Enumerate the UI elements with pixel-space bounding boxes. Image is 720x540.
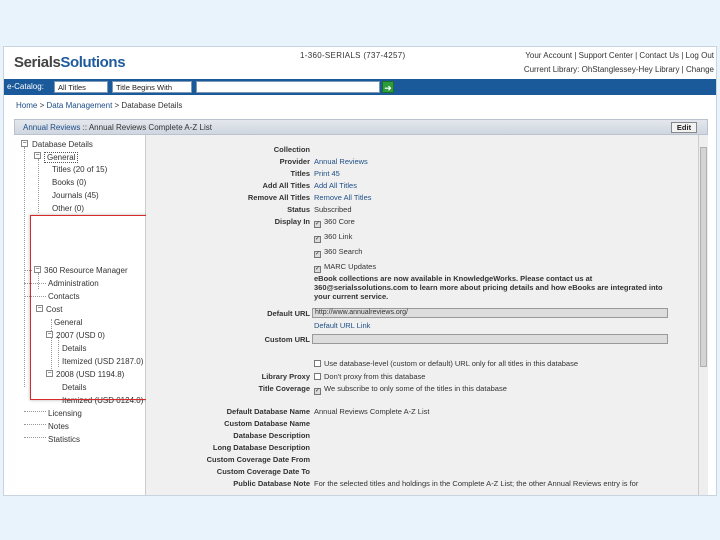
serials-solutions-logo[interactable]: SerialsSolutions <box>14 54 126 71</box>
custom-coverage-date-to-label: Custom Coverage Date To <box>216 467 310 476</box>
titles-label: Titles <box>290 169 310 178</box>
edit-button[interactable]: Edit <box>671 122 697 133</box>
collection-label: Collection <box>273 145 310 154</box>
titles-link[interactable]: Print 45 <box>314 169 340 178</box>
panel-title-database: Annual Reviews Complete A-Z List <box>88 123 212 132</box>
panel-title: Annual Reviews :: Annual Reviews Complet… <box>23 123 212 132</box>
database-panel-header: Annual Reviews :: Annual Reviews Complet… <box>14 119 708 135</box>
checkbox-checked-icon[interactable]: ✓ <box>314 221 321 228</box>
match-type-select[interactable]: Title Begins With <box>112 81 192 93</box>
subscriber-phone: 1-360-SERIALS (737-4257) <box>300 51 406 60</box>
display-opt-360-core[interactable]: ✓ 360 Core <box>314 217 355 228</box>
tree-item-database-details[interactable]: Database Details <box>32 140 93 149</box>
panel-title-separator: :: <box>80 123 89 132</box>
breadcrumb-current: Database Details <box>121 101 183 110</box>
checkbox-checked-icon[interactable]: ✓ <box>314 251 321 258</box>
display-opt-label: MARC Updates <box>324 262 377 271</box>
search-input[interactable] <box>196 81 380 93</box>
scrollbar-thumb[interactable] <box>700 147 707 367</box>
panel-title-provider-link[interactable]: Annual Reviews <box>23 123 80 132</box>
ebook-notice-line-3: your current service. <box>314 292 389 301</box>
catalog-label: e-Catalog: <box>7 82 44 91</box>
breadcrumb: Home > Data Management > Database Detail… <box>16 101 182 110</box>
tree-connector <box>24 411 46 412</box>
database-details-form: Collection Provider Annual Reviews Title… <box>146 135 698 495</box>
ebook-notice-line-1: eBook collections are now available in K… <box>314 274 593 283</box>
tree-connector <box>24 437 46 438</box>
library-proxy-label: Library Proxy <box>261 372 310 381</box>
subscribe-some-titles-option[interactable]: ✓ We subscribe to only some of the titles… <box>314 384 507 395</box>
breadcrumb-data-management[interactable]: Data Management <box>46 101 112 110</box>
no-proxy-label: Don't proxy from this database <box>324 372 426 381</box>
catalog-search-bar: e-Catalog: All Titles Title Begins With … <box>4 79 716 95</box>
remove-all-titles-label: Remove All Titles <box>247 193 310 202</box>
display-opt-label: 360 Link <box>324 232 353 241</box>
default-url-label: Default URL <box>267 309 310 318</box>
checkbox-checked-icon[interactable]: ✓ <box>314 388 321 395</box>
provider-link[interactable]: Annual Reviews <box>314 157 368 166</box>
collapse-icon[interactable]: − <box>34 152 41 159</box>
default-database-name-value: Annual Reviews Complete A-Z List <box>314 407 430 416</box>
scope-select[interactable]: All Titles <box>54 81 108 93</box>
default-database-name-label: Default Database Name <box>226 407 310 416</box>
display-in-label: Display In <box>274 217 310 226</box>
arrow-right-icon[interactable]: ➜ <box>382 81 394 93</box>
display-opt-label: 360 Core <box>324 217 355 226</box>
account-links[interactable]: Your Account | Support Center | Contact … <box>525 51 714 60</box>
database-description-label: Database Description <box>233 431 310 440</box>
default-url-field[interactable]: http://www.annualreviews.org/ <box>312 308 668 318</box>
tree-item-other[interactable]: Other (0) <box>52 204 84 213</box>
status-label: Status <box>287 205 310 214</box>
status-value: Subscribed <box>314 205 352 214</box>
checkbox-unchecked-icon[interactable] <box>314 373 321 380</box>
long-database-description-label: Long Database Description <box>212 443 310 452</box>
checkbox-checked-icon[interactable]: ✓ <box>314 236 321 243</box>
title-coverage-label: Title Coverage <box>258 384 310 393</box>
custom-url-field[interactable] <box>312 334 668 344</box>
tree-item-titles[interactable]: Titles (20 of 15) <box>52 165 107 174</box>
checkbox-checked-icon[interactable]: ✓ <box>314 266 321 273</box>
database-level-url-option[interactable]: Use database-level (custom or default) U… <box>314 359 578 368</box>
tree-item-journals[interactable]: Journals (45) <box>52 191 99 200</box>
vertical-scrollbar[interactable] <box>698 135 708 495</box>
public-database-note-value: For the selected titles and holdings in … <box>314 479 639 488</box>
logo-text-serials: Serials <box>14 54 61 71</box>
custom-url-label: Custom URL <box>264 335 310 344</box>
ebook-notice-line-2: 360@serialssolutions.com to learn more a… <box>314 283 663 292</box>
tree-item-notes[interactable]: Notes <box>48 422 69 431</box>
add-all-titles-link[interactable]: Add All Titles <box>314 181 357 190</box>
display-opt-360-link[interactable]: ✓ 360 Link <box>314 232 352 243</box>
default-url-link[interactable]: Default URL Link <box>314 321 370 330</box>
database-level-url-label: Use database-level (custom or default) U… <box>324 359 579 368</box>
custom-database-name-label: Custom Database Name <box>224 419 310 428</box>
custom-coverage-date-from-label: Custom Coverage Date From <box>206 455 310 464</box>
tree-item-books[interactable]: Books (0) <box>52 178 86 187</box>
current-library-links[interactable]: Current Library: OhStanglessey-Hey Libra… <box>524 65 714 74</box>
checkbox-unchecked-icon[interactable] <box>314 360 321 367</box>
provider-label: Provider <box>279 157 310 166</box>
no-proxy-option[interactable]: Don't proxy from this database <box>314 372 425 381</box>
display-opt-marc-updates[interactable]: ✓ MARC Updates <box>314 262 376 273</box>
tree-connector <box>24 147 25 387</box>
breadcrumb-home[interactable]: Home <box>16 101 37 110</box>
tree-item-licensing[interactable]: Licensing <box>48 409 82 418</box>
tree-item-general[interactable]: General <box>44 152 79 163</box>
tree-item-statistics[interactable]: Statistics <box>48 435 80 444</box>
highlight-box <box>30 215 150 400</box>
subscribe-some-titles-label: We subscribe to only some of the titles … <box>324 384 507 393</box>
add-all-titles-label: Add All Titles <box>262 181 310 190</box>
app-window: SerialsSolutions 1-360-SERIALS (737-4257… <box>3 46 717 496</box>
display-opt-360-search[interactable]: ✓ 360 Search <box>314 247 362 258</box>
tree-connector <box>24 424 46 425</box>
public-database-note-label: Public Database Note <box>233 479 310 488</box>
remove-all-titles-link[interactable]: Remove All Titles <box>314 193 372 202</box>
top-header: SerialsSolutions 1-360-SERIALS (737-4257… <box>4 47 716 79</box>
display-opt-label: 360 Search <box>324 247 363 256</box>
logo-text-solutions: Solutions <box>60 54 126 71</box>
tree-connector <box>38 159 39 213</box>
collapse-icon[interactable]: − <box>21 140 28 147</box>
